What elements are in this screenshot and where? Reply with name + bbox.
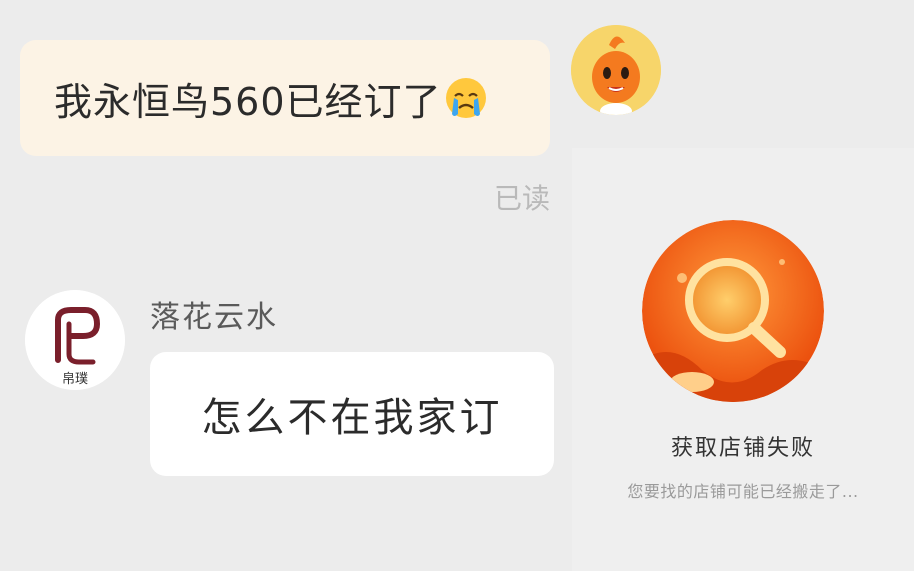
read-status: 已读 bbox=[493, 182, 550, 215]
store-card[interactable]: 获取店铺失败 您要找的店铺可能已经搬走了... bbox=[572, 148, 914, 571]
sender-name: 落花云水 bbox=[150, 300, 278, 335]
store-error-subtitle: 您要找的店铺可能已经搬走了... bbox=[627, 482, 859, 501]
incoming-message-text: 怎么不在我家订 bbox=[201, 395, 503, 441]
mascot-avatar-icon bbox=[571, 25, 661, 115]
brand-logo-icon: 帛璞 bbox=[25, 290, 125, 390]
outgoing-message-bubble[interactable]: 我永恒鸟560已经订了 bbox=[20, 40, 550, 156]
store-error-title: 获取店铺失败 bbox=[670, 436, 815, 461]
store-not-found-illustration bbox=[642, 220, 824, 402]
magnifier-icon bbox=[642, 220, 824, 402]
sender-avatar[interactable]: 帛璞 bbox=[25, 290, 125, 390]
self-avatar[interactable] bbox=[571, 25, 661, 115]
incoming-message-bubble[interactable]: 怎么不在我家订 bbox=[150, 352, 554, 476]
brand-logo-label: 帛璞 bbox=[62, 371, 88, 387]
outgoing-message-text: 我永恒鸟560已经订了 bbox=[54, 79, 442, 124]
chat-screen: 我永恒鸟560已经订了 已读 帛璞 落花云水 怎么不在我家订 获取店铺失败 您要… bbox=[0, 0, 914, 571]
crying-face-icon bbox=[445, 78, 486, 118]
